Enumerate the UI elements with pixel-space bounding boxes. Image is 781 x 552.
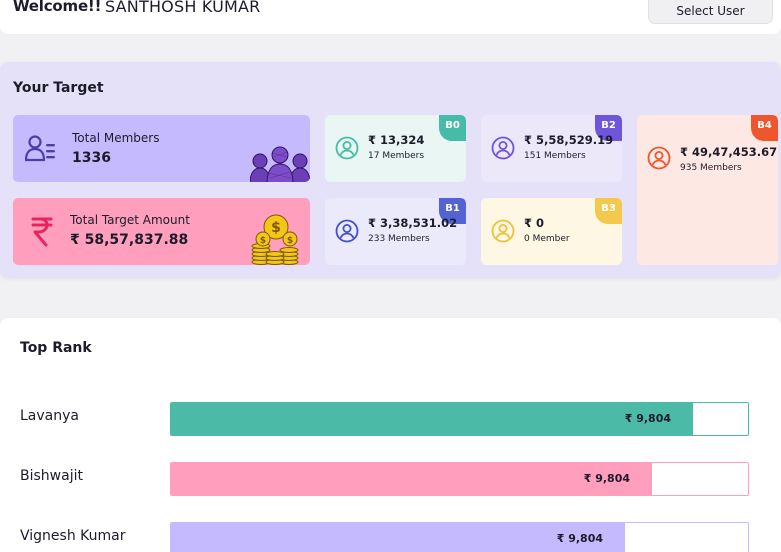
rank-row: Bishwajit ₹ 9,804: [0, 462, 781, 496]
welcome-text: Welcome!!: [13, 0, 102, 15]
svg-text:$: $: [260, 236, 266, 246]
branch-badge: B0: [439, 115, 466, 141]
rank-progress-bar: ₹ 9,804: [170, 522, 749, 552]
top-rank-panel: Top Rank Lavanya ₹ 9,804 Bishwajit ₹ 9,8…: [0, 318, 781, 552]
svg-text:$: $: [287, 236, 293, 246]
target-panel: Your Target Total Members 1336 Total Tar…: [0, 62, 781, 278]
branch-card-b3[interactable]: B3 ₹ 0 0 Member: [481, 198, 622, 265]
branch-members: 151 Members: [524, 151, 586, 161]
select-user-button[interactable]: Select User: [648, 0, 773, 24]
rank-amount: ₹ 9,804: [556, 532, 603, 545]
branch-amount: ₹ 3,38,531.02: [368, 216, 458, 230]
user-circle-icon: [491, 136, 515, 160]
branch-badge: B3: [595, 198, 622, 224]
branch-card-b1[interactable]: B1 ₹ 3,38,531.02 233 Members: [325, 198, 466, 265]
branch-members: 233 Members: [368, 234, 430, 244]
branch-card-b0[interactable]: B0 ₹ 13,324 17 Members: [325, 115, 466, 182]
total-amount-value: ₹ 58,57,837.88: [70, 232, 189, 248]
user-circle-icon: [335, 136, 359, 160]
rank-amount: ₹ 9,804: [624, 412, 671, 425]
rank-progress-fill: [171, 403, 693, 435]
total-members-card: Total Members 1336: [13, 115, 310, 182]
branch-members: 935 Members: [680, 163, 742, 173]
user-name: SANTHOSH KUMAR: [105, 0, 261, 16]
branch-amount: ₹ 49,47,453.67: [680, 145, 778, 159]
user-circle-icon: [335, 219, 359, 243]
branch-amount: ₹ 0: [524, 216, 545, 230]
group-people-icon: [250, 146, 310, 182]
branch-card-b2[interactable]: B2 ₹ 5,58,529.19 151 Members: [481, 115, 622, 182]
rank-row: Lavanya ₹ 9,804: [0, 402, 781, 436]
rank-amount: ₹ 9,804: [583, 472, 630, 485]
total-amount-label: Total Target Amount: [70, 213, 190, 227]
rank-row: Vignesh Kumar ₹ 9,804: [0, 522, 781, 552]
rank-name: Vignesh Kumar: [20, 528, 126, 544]
svg-text:$: $: [271, 220, 281, 236]
rupee-icon: [31, 217, 53, 247]
panel-title: Your Target: [13, 80, 104, 96]
branch-card-b4[interactable]: B4 ₹ 49,47,453.67 935 Members: [637, 115, 778, 265]
rank-progress-fill: [171, 463, 652, 495]
total-amount-card: Total Target Amount ₹ 58,57,837.88 $ $ $: [13, 198, 310, 265]
user-circle-icon: [491, 219, 515, 243]
rank-name: Bishwajit: [20, 468, 83, 484]
rank-name: Lavanya: [20, 408, 79, 424]
top-header: Welcome!! SANTHOSH KUMAR Select User: [0, 0, 781, 34]
user-circle-icon: [647, 146, 671, 170]
rank-title: Top Rank: [20, 340, 92, 356]
branch-amount: ₹ 5,58,529.19: [524, 133, 614, 147]
total-members-label: Total Members: [72, 131, 160, 145]
branch-amount: ₹ 13,324: [368, 133, 425, 147]
coins-icon: $ $ $: [251, 214, 299, 265]
users-icon: [25, 135, 55, 162]
rank-progress-bar: ₹ 9,804: [170, 402, 749, 436]
branch-members: 17 Members: [368, 151, 425, 161]
rank-progress-bar: ₹ 9,804: [170, 462, 749, 496]
total-members-value: 1336: [72, 150, 111, 166]
branch-members: 0 Member: [524, 234, 570, 244]
branch-badge: B4: [751, 115, 778, 141]
